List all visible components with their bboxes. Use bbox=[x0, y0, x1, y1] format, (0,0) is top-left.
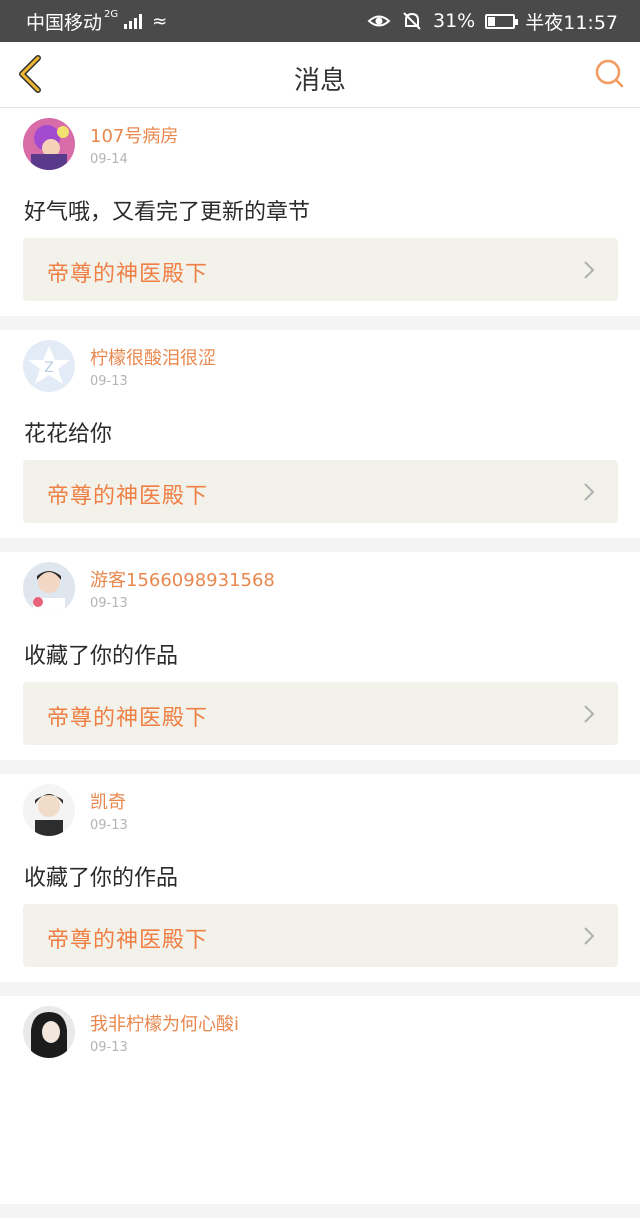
message-date: 09-13 bbox=[90, 818, 128, 833]
chevron-right-icon bbox=[584, 483, 595, 501]
book-link[interactable]: 帝尊的神医殿下 bbox=[23, 460, 618, 523]
username[interactable]: 凯奇 bbox=[90, 788, 126, 814]
clock: 半夜11:57 bbox=[525, 11, 618, 34]
signal-icon bbox=[124, 13, 143, 29]
message-date: 09-14 bbox=[90, 152, 128, 167]
status-bar: 中国移动 2G ≈ 31% 半夜11:57 bbox=[0, 0, 640, 42]
wifi-icon: ≈ bbox=[152, 10, 168, 32]
message-card: 107号病房 09-14 好气哦，又看完了更新的章节 帝尊的神医殿下 bbox=[0, 108, 640, 316]
svg-text:Z: Z bbox=[44, 360, 54, 376]
search-icon bbox=[595, 59, 624, 88]
avatar[interactable] bbox=[23, 562, 75, 614]
carrier-name: 中国移动 bbox=[26, 11, 103, 34]
message-date: 09-13 bbox=[90, 374, 128, 389]
username[interactable]: 我非柠檬为何心酸i bbox=[90, 1010, 239, 1036]
chevron-right-icon bbox=[584, 705, 595, 723]
battery-percent: 31% bbox=[433, 10, 476, 32]
network-type: 2G bbox=[104, 8, 119, 20]
book-title: 帝尊的神医殿下 bbox=[47, 484, 209, 509]
username[interactable]: 柠檬很酸泪很涩 bbox=[90, 344, 216, 370]
message-card: 游客1566098931568 09-13 收藏了你的作品 帝尊的神医殿下 bbox=[0, 552, 640, 760]
message-date: 09-13 bbox=[90, 1040, 128, 1055]
book-title: 帝尊的神医殿下 bbox=[47, 706, 209, 731]
avatar[interactable] bbox=[23, 1006, 75, 1058]
search-button[interactable] bbox=[592, 56, 628, 92]
avatar[interactable] bbox=[23, 784, 75, 836]
book-title: 帝尊的神医殿下 bbox=[47, 928, 209, 953]
avatar[interactable] bbox=[23, 118, 75, 170]
message-text: 好气哦，又看完了更新的章节 bbox=[24, 200, 311, 225]
message-card: 我非柠檬为何心酸i 09-13 bbox=[0, 996, 640, 1204]
battery-fill bbox=[488, 16, 496, 26]
message-list: 107号病房 09-14 好气哦，又看完了更新的章节 帝尊的神医殿下 Z 柠檬很… bbox=[0, 108, 640, 1218]
book-link[interactable]: 帝尊的神医殿下 bbox=[23, 682, 618, 745]
book-link[interactable]: 帝尊的神医殿下 bbox=[23, 238, 618, 301]
mute-bell-icon bbox=[403, 12, 421, 30]
message-card: Z 柠檬很酸泪很涩 09-13 花花给你 帝尊的神医殿下 bbox=[0, 330, 640, 538]
book-link[interactable]: 帝尊的神医殿下 bbox=[23, 904, 618, 967]
navigation-bar: 消息 bbox=[0, 42, 640, 108]
message-date: 09-13 bbox=[90, 596, 128, 611]
chevron-right-icon bbox=[584, 927, 595, 945]
message-text: 收藏了你的作品 bbox=[24, 866, 179, 891]
chevron-right-icon bbox=[584, 261, 595, 279]
message-card: 凯奇 09-13 收藏了你的作品 帝尊的神医殿下 bbox=[0, 774, 640, 982]
battery-icon bbox=[485, 13, 519, 29]
book-title: 帝尊的神医殿下 bbox=[47, 262, 209, 287]
message-text: 花花给你 bbox=[24, 422, 113, 447]
username[interactable]: 游客1566098931568 bbox=[90, 566, 275, 592]
eye-icon bbox=[367, 15, 391, 27]
message-text: 收藏了你的作品 bbox=[24, 644, 179, 669]
avatar[interactable]: Z bbox=[23, 340, 75, 392]
username[interactable]: 107号病房 bbox=[90, 122, 178, 148]
page-title: 消息 bbox=[293, 66, 346, 96]
